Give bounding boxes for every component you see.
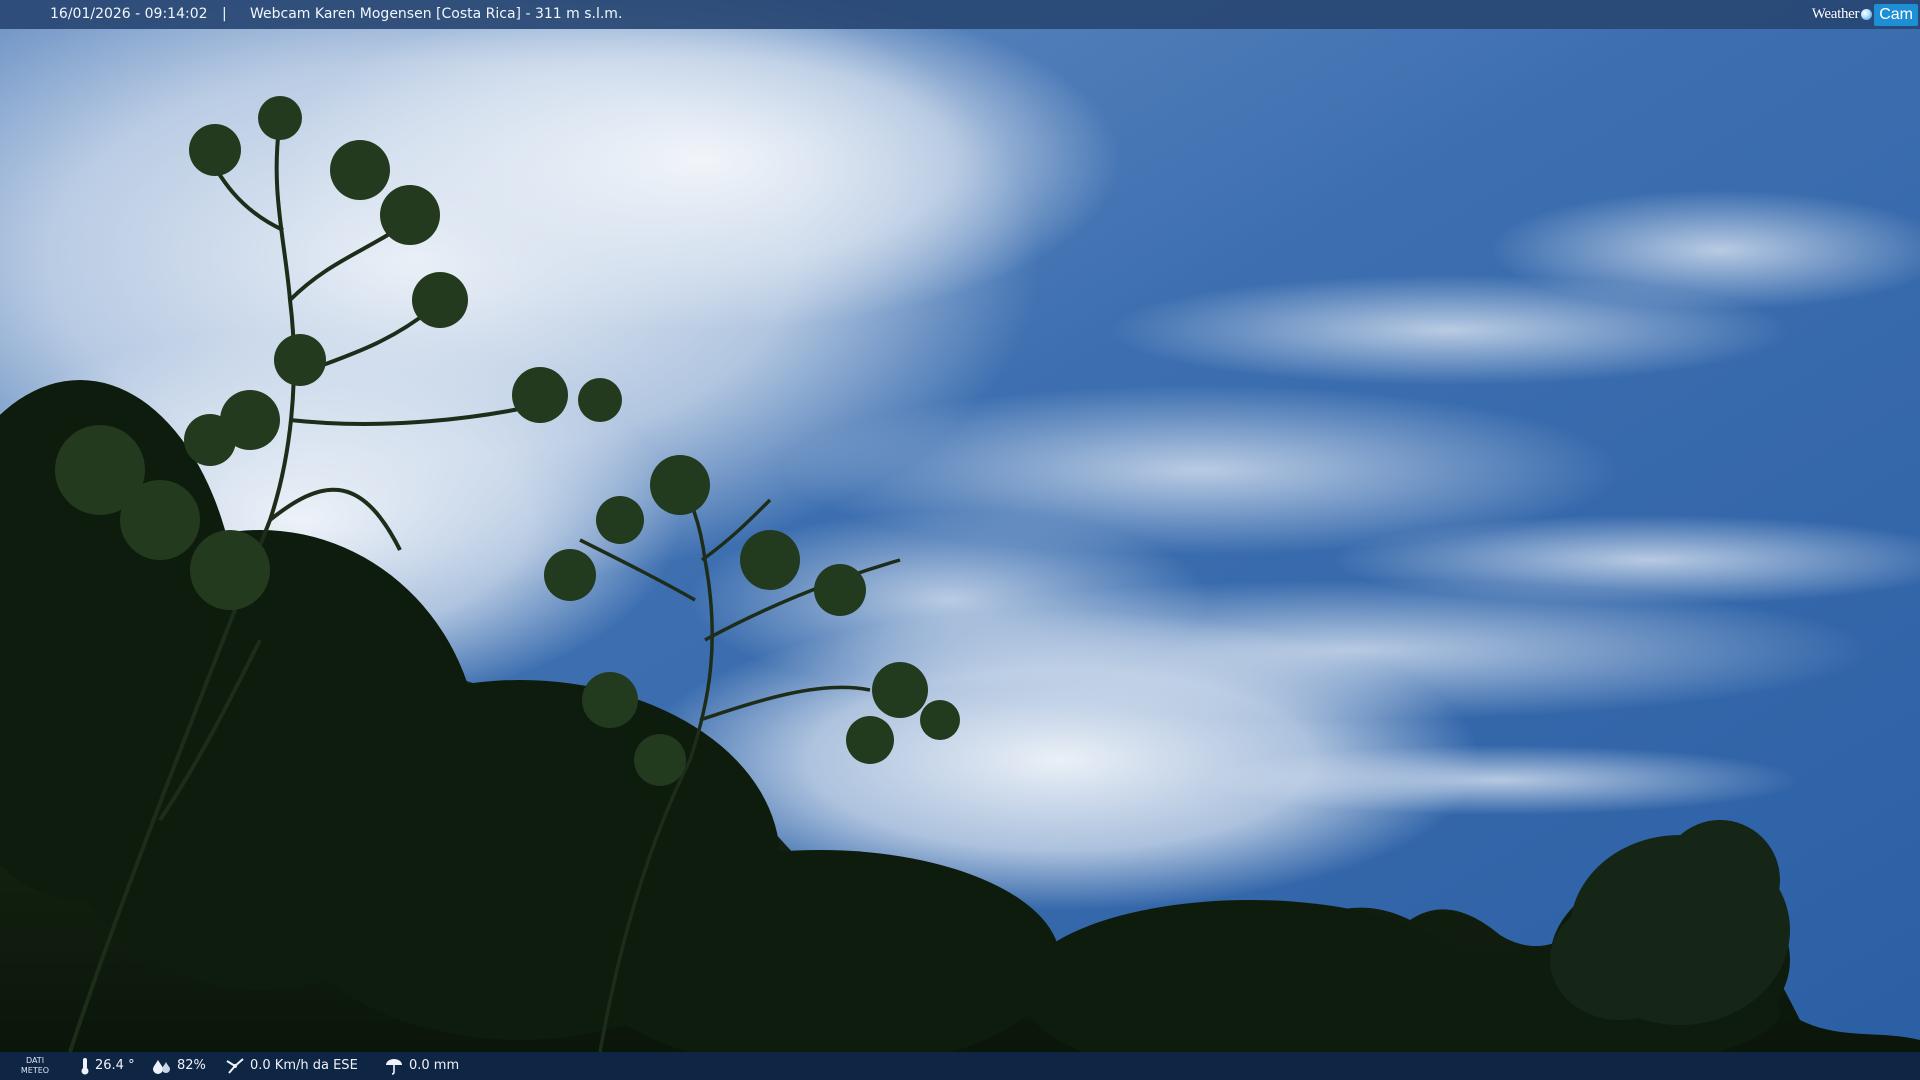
meteo-data-label: DATI METEO — [16, 1056, 54, 1076]
webcam-scene — [0, 0, 1920, 1080]
wind-reading: 0.0 Km/h da ESE — [225, 1052, 358, 1080]
wind-value: 0.0 Km/h da ESE — [250, 1058, 358, 1073]
webcam-title: Webcam Karen Mogensen [Costa Rica] - 311… — [250, 6, 623, 22]
logo-text-weather: Weather — [1811, 6, 1860, 22]
title-separator: | — [222, 6, 227, 22]
timestamp: 16/01/2026 - 09:14:02 — [50, 6, 208, 22]
humidity-drop-icon — [153, 1060, 170, 1074]
logo-text-cam: Cam — [1874, 3, 1918, 26]
rain-reading: 0.0 mm — [384, 1052, 459, 1080]
rain-value: 0.0 mm — [409, 1058, 460, 1073]
humidity-value: 82% — [177, 1058, 206, 1073]
logo-globe-icon — [1861, 9, 1873, 20]
temperature-value: 26.4 ° — [95, 1058, 135, 1073]
wind-icon — [226, 1058, 244, 1074]
temperature-reading: 26.4 ° — [80, 1052, 135, 1080]
rain-icon — [386, 1059, 402, 1075]
weathercam-logo: Weather Cam — [1812, 3, 1918, 26]
thermometer-icon — [81, 1058, 89, 1075]
meteo-label-line1: DATI — [25, 1056, 45, 1065]
meteo-overlay-bar: DATI METEO 26.4 ° 82% 0.0 Km/h da ESE 0.… — [0, 1052, 1920, 1080]
meteo-label-line2: METEO — [20, 1066, 50, 1075]
humidity-reading: 82% — [152, 1052, 206, 1080]
top-overlay-bar: 16/01/2026 - 09:14:02 | Webcam Karen Mog… — [0, 0, 1920, 29]
